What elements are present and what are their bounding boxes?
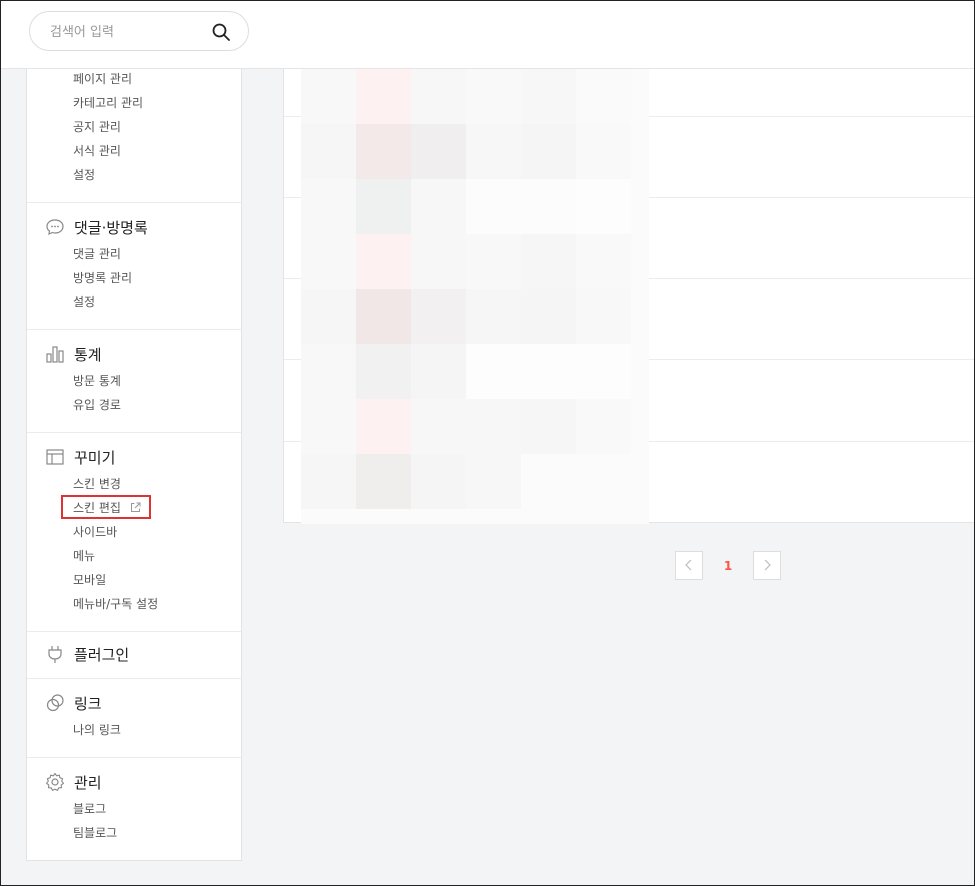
chevron-left-icon	[684, 556, 694, 575]
search-input[interactable]	[50, 21, 210, 43]
pagination-next-button[interactable]	[753, 551, 781, 580]
pagination-prev-button[interactable]	[675, 551, 703, 580]
menu-team-blog[interactable]: 팀블로그	[73, 824, 117, 842]
link-title: 링크	[74, 694, 102, 713]
search-box[interactable]	[29, 11, 249, 51]
menu-mobile[interactable]: 모바일	[73, 571, 106, 589]
content-list	[283, 69, 975, 524]
redacted-blur-area	[301, 69, 649, 524]
plugin-title: 플러그인	[74, 645, 130, 664]
bar-chart-icon	[44, 343, 66, 365]
top-header	[0, 0, 975, 69]
menu-menubar-subscribe[interactable]: 메뉴바/구독 설정	[73, 595, 158, 613]
section-content: 페이지 관리 카테고리 관리 공지 관리 서식 관리 설정	[27, 69, 241, 203]
menu-my-link[interactable]: 나의 링크	[73, 721, 121, 739]
external-link-icon	[130, 500, 141, 518]
section-link: 링크 나의 링크	[27, 679, 241, 758]
section-manage: 관리 블로그 팀블로그	[27, 758, 241, 861]
menu-category-manage[interactable]: 카테고리 관리	[73, 94, 143, 112]
comments-title: 댓글·방명록	[74, 218, 148, 237]
comments-header[interactable]: 댓글·방명록	[44, 216, 148, 238]
section-plugin: 플러그인	[27, 632, 241, 679]
admin-sidebar: 페이지 관리 카테고리 관리 공지 관리 서식 관리 설정 댓글·방명록 댓글 …	[26, 69, 242, 861]
section-stats: 통계 방문 통계 유입 경로	[27, 330, 241, 433]
menu-page-manage[interactable]: 페이지 관리	[73, 70, 132, 88]
stats-header[interactable]: 통계	[44, 343, 102, 365]
pagination-page-current[interactable]: 1	[718, 551, 738, 580]
gear-icon	[44, 771, 66, 793]
skin-edit-label: 스킨 편집	[73, 501, 121, 515]
menu-comment-settings[interactable]: 설정	[73, 293, 95, 311]
menu-sidebar[interactable]: 사이드바	[73, 523, 117, 541]
menu-template-manage[interactable]: 서식 관리	[73, 142, 121, 160]
search-icon[interactable]	[210, 21, 232, 43]
menu-content-settings[interactable]: 설정	[73, 166, 95, 184]
menu-skin-edit[interactable]: 스킨 편집	[73, 499, 141, 517]
menu-blog[interactable]: 블로그	[73, 800, 106, 818]
menu-menu[interactable]: 메뉴	[73, 547, 95, 565]
decorate-title: 꾸미기	[74, 448, 116, 467]
section-decorate: 꾸미기 스킨 변경 스킨 편집 사이드바 메뉴 모바일 메뉴바/구독 설정	[27, 433, 241, 632]
link-circles-icon	[44, 692, 66, 714]
manage-title: 관리	[74, 773, 102, 792]
menu-referrer[interactable]: 유입 경로	[73, 396, 121, 414]
layout-icon	[44, 446, 66, 468]
menu-guestbook-manage[interactable]: 방명록 관리	[73, 269, 132, 287]
manage-header[interactable]: 관리	[44, 771, 102, 793]
menu-comment-manage[interactable]: 댓글 관리	[73, 245, 121, 263]
menu-skin-change[interactable]: 스킨 변경	[73, 475, 121, 493]
stats-title: 통계	[74, 345, 102, 364]
chevron-right-icon	[762, 556, 772, 575]
plug-icon	[44, 643, 66, 665]
link-header[interactable]: 링크	[44, 692, 102, 714]
chat-bubble-icon	[44, 216, 66, 238]
decorate-header[interactable]: 꾸미기	[44, 446, 115, 468]
plugin-header[interactable]: 플러그인	[44, 643, 129, 665]
section-comments: 댓글·방명록 댓글 관리 방명록 관리 설정	[27, 203, 241, 330]
menu-visit-stats[interactable]: 방문 통계	[73, 372, 121, 390]
menu-notice-manage[interactable]: 공지 관리	[73, 118, 121, 136]
